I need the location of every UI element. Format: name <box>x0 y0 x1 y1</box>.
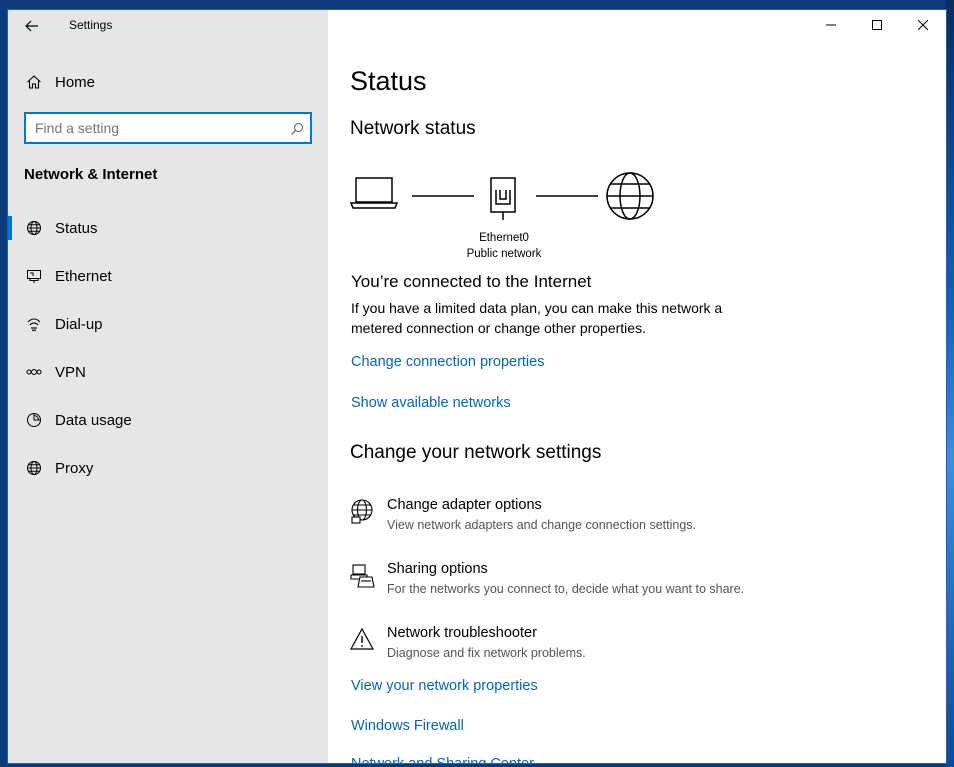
sidebar-item-status[interactable]: Status <box>8 204 328 252</box>
ethernet-icon <box>25 267 43 285</box>
minimize-button[interactable] <box>808 10 854 40</box>
change-settings-heading: Change your network settings <box>350 442 602 463</box>
sidebar-item-label: Ethernet <box>55 267 112 285</box>
option-description: For the networks you connect to, decide … <box>387 582 745 596</box>
sidebar-item-vpn[interactable]: VPN <box>8 348 328 396</box>
option-title: Sharing options <box>387 561 488 577</box>
caption-buttons <box>808 10 946 40</box>
change-adapter-options[interactable]: Change adapter options View network adap… <box>350 497 910 541</box>
close-button[interactable] <box>900 10 946 40</box>
network-type: Public network <box>466 248 542 260</box>
connection-status-title: You’re connected to the Internet <box>351 272 592 291</box>
close-icon <box>918 20 928 30</box>
back-button[interactable] <box>18 14 46 38</box>
adapter-globe-icon <box>351 499 373 524</box>
sidebar: Settings Home Network & Internet <box>8 10 328 763</box>
sharing-options[interactable]: Sharing options For the networks you con… <box>350 561 910 605</box>
vpn-icon <box>25 363 43 381</box>
globe-icon <box>25 219 43 237</box>
sidebar-item-home[interactable]: Home <box>8 65 328 99</box>
home-icon <box>25 73 43 91</box>
change-connection-properties-link[interactable]: Change connection properties <box>351 354 544 370</box>
sidebar-item-label: Status <box>55 219 98 237</box>
sidebar-item-dial-up[interactable]: Dial-up <box>8 300 328 348</box>
connection-status-description: If you have a limited data plan, you can… <box>351 300 723 336</box>
section-title: Network & Internet <box>24 166 158 183</box>
search-input[interactable] <box>26 114 276 142</box>
network-troubleshooter[interactable]: Network troubleshooter Diagnose and fix … <box>350 625 910 669</box>
warning-icon <box>350 627 375 650</box>
adapter-name: Ethernet0 <box>479 232 529 244</box>
windows-firewall-link[interactable]: Windows Firewall <box>351 718 464 734</box>
sidebar-item-proxy[interactable]: Proxy <box>8 444 328 492</box>
sharing-icon <box>350 564 375 588</box>
option-description: View network adapters and change connect… <box>387 518 696 532</box>
sidebar-nav: Status Ethernet Dial-up VPN Data usage P… <box>8 204 328 492</box>
network-diagram: Ethernet0 Public network <box>350 170 670 260</box>
ethernet-port-icon <box>490 177 516 220</box>
network-status-heading: Network status <box>350 118 476 139</box>
page-title: Status <box>350 66 427 96</box>
show-available-networks-link[interactable]: Show available networks <box>351 395 511 411</box>
sidebar-item-label: VPN <box>55 363 86 381</box>
sidebar-item-label: Proxy <box>55 459 94 477</box>
globe-icon <box>25 459 43 477</box>
settings-window: Settings Home Network & Internet <box>7 9 947 764</box>
option-title: Change adapter options <box>387 497 542 513</box>
dialup-icon <box>25 315 43 333</box>
network-sharing-center-link[interactable]: Network and Sharing Center <box>351 756 534 763</box>
internet-globe-icon <box>606 172 654 220</box>
main-content: Status Network status Ethernet0 Public n… <box>328 10 946 763</box>
option-description: Diagnose and fix network problems. <box>387 646 586 660</box>
sidebar-item-label: Home <box>55 73 96 91</box>
data-usage-icon <box>25 411 43 429</box>
option-title: Network troubleshooter <box>387 625 537 641</box>
minimize-icon <box>826 24 836 26</box>
desktop-background <box>946 0 954 767</box>
search-icon[interactable] <box>290 122 304 136</box>
laptop-icon <box>350 177 399 209</box>
maximize-icon <box>872 20 882 30</box>
sidebar-item-ethernet[interactable]: Ethernet <box>8 252 328 300</box>
sidebar-item-label: Dial-up <box>55 315 103 333</box>
sidebar-item-label: Data usage <box>55 411 132 429</box>
back-arrow-icon <box>25 20 38 32</box>
title-bar: Settings <box>8 10 328 42</box>
search-box <box>24 112 312 144</box>
maximize-button[interactable] <box>854 10 900 40</box>
sidebar-item-data-usage[interactable]: Data usage <box>8 396 328 444</box>
app-title: Settings <box>69 18 113 32</box>
view-network-properties-link[interactable]: View your network properties <box>351 678 538 694</box>
